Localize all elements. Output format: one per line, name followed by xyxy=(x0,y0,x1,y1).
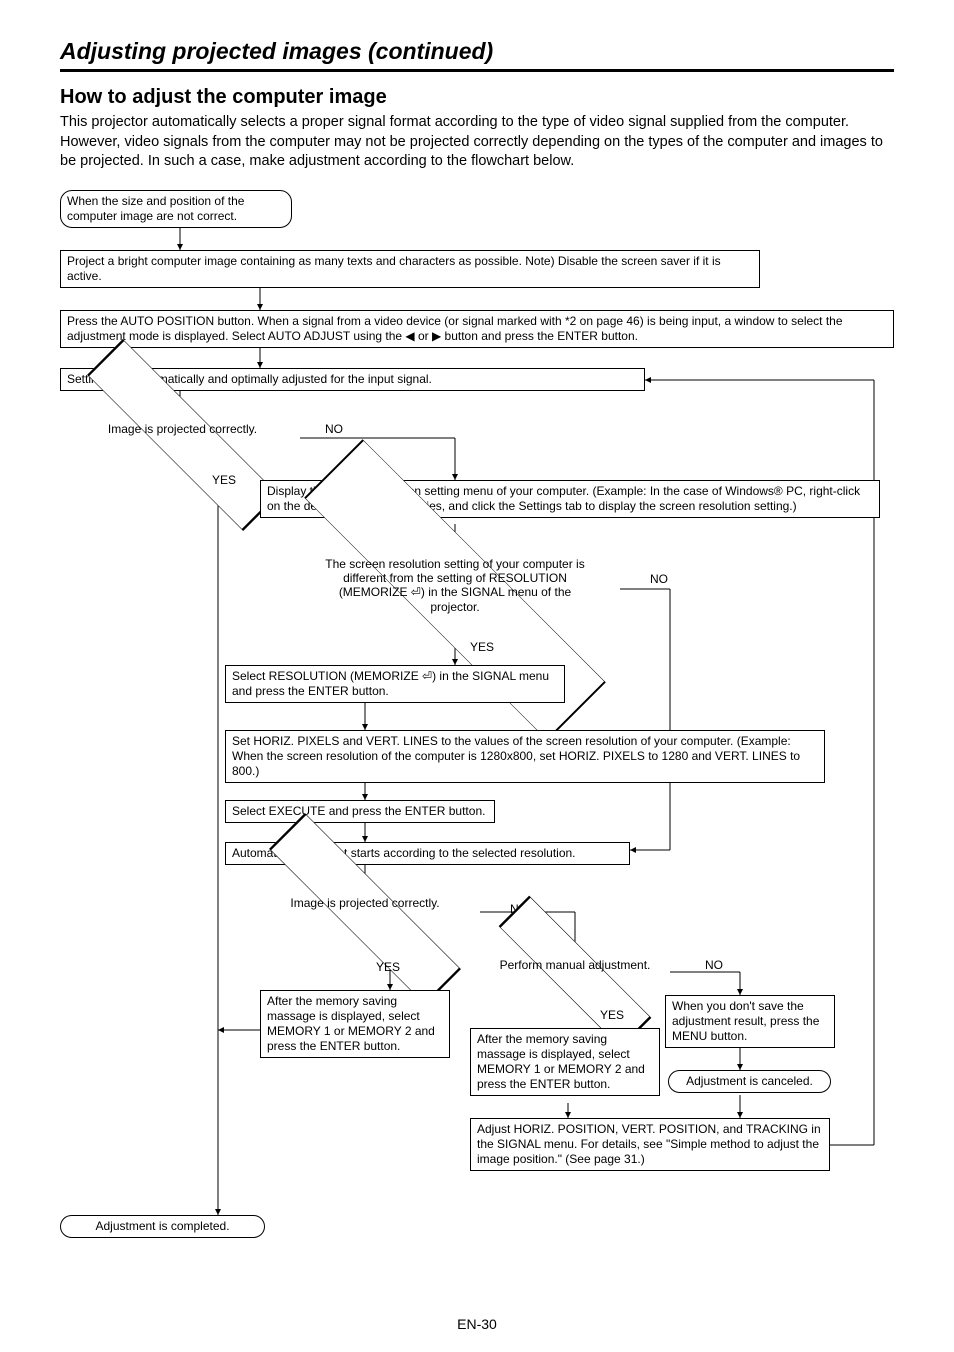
node-select-resolution: Select RESOLUTION (MEMORIZE ⏎) in the SI… xyxy=(225,665,565,703)
node-completed: Adjustment is completed. xyxy=(60,1215,265,1238)
node-canceled: Adjustment is canceled. xyxy=(668,1070,831,1093)
node-no-save: When you don't save the adjustment resul… xyxy=(665,995,835,1048)
page-number: EN-30 xyxy=(0,1316,954,1332)
label-no-4: NO xyxy=(705,958,723,972)
decision-image-correct-1: Image is projected correctly. xyxy=(80,408,285,463)
intro-paragraph: This projector automatically selects a p… xyxy=(60,113,894,172)
label-no-2: NO xyxy=(650,572,668,586)
decision-image-correct-2: Image is projected correctly. xyxy=(260,882,470,937)
node-memory-save-2: After the memory saving massage is displ… xyxy=(470,1028,660,1096)
label-yes-2: YES xyxy=(470,640,494,654)
node-memory-save-1: After the memory saving massage is displ… xyxy=(260,990,450,1058)
node-adjust-position: Adjust HORIZ. POSITION, VERT. POSITION, … xyxy=(470,1118,830,1171)
decision-manual-adjust: Perform manual adjustment. xyxy=(485,948,665,996)
node-execute: Select EXECUTE and press the ENTER butto… xyxy=(225,800,495,823)
decision-resolution-differs: The screen resolution setting of your co… xyxy=(280,545,630,635)
node-set-pixels: Set HORIZ. PIXELS and VERT. LINES to the… xyxy=(225,730,825,783)
node-start: When the size and position of the comput… xyxy=(60,190,292,228)
node-auto-position: Press the AUTO POSITION button. When a s… xyxy=(60,310,894,348)
label-yes-1: YES xyxy=(212,473,236,487)
flowchart-canvas: When the size and position of the comput… xyxy=(60,190,894,1250)
label-no-1: NO xyxy=(325,422,343,436)
label-yes-3: YES xyxy=(376,960,400,974)
section-header: Adjusting projected images (continued) xyxy=(60,38,894,72)
section-title: How to adjust the computer image xyxy=(60,86,894,109)
label-yes-4: YES xyxy=(600,1008,624,1022)
node-project-bright: Project a bright computer image containi… xyxy=(60,250,760,288)
